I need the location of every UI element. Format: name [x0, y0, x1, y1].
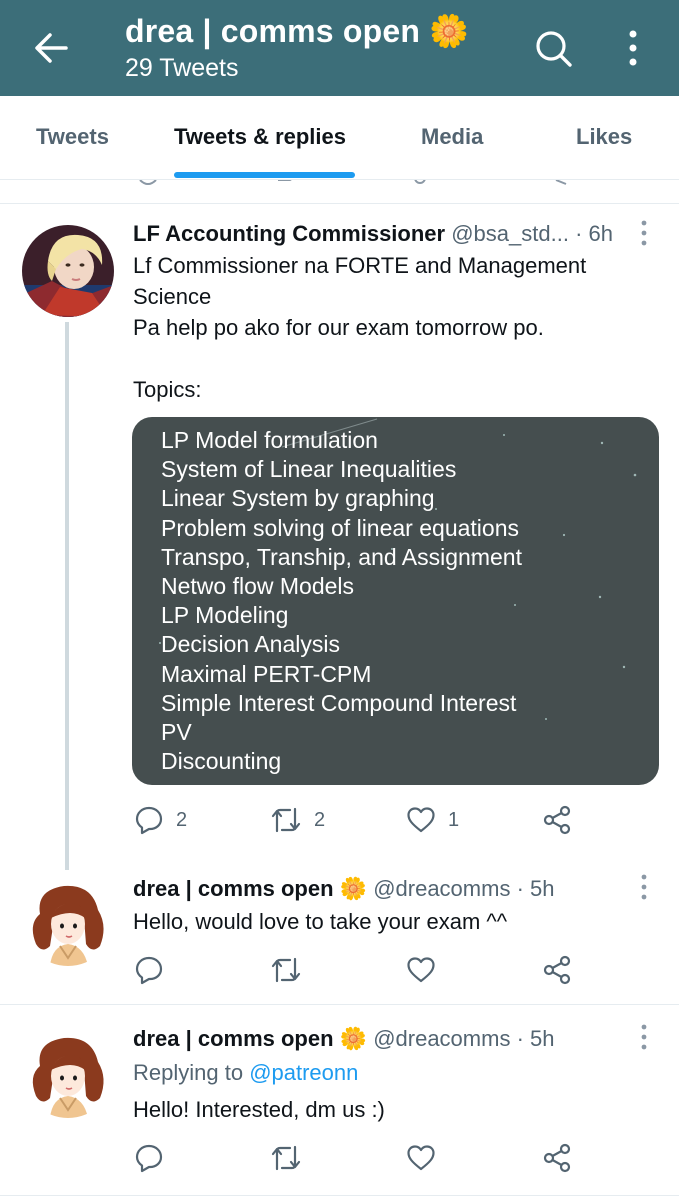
tweet-more-icon[interactable]: [640, 1024, 648, 1050]
like-button[interactable]: [406, 950, 436, 990]
like-button[interactable]: 1: [406, 800, 459, 840]
retweet-count: 2: [314, 808, 326, 831]
reply-count: 2: [176, 808, 188, 831]
divider: [0, 1195, 679, 1196]
topic-item: Netwo flow Models: [161, 573, 355, 600]
author-handle[interactable]: @dreacomms: [373, 876, 510, 901]
topic-item: Linear System by graphing: [161, 485, 435, 512]
tweet-text-line: Topics:: [133, 377, 202, 402]
tweet-actions: [0, 950, 679, 990]
topic-item: Maximal PERT-CPM: [161, 660, 372, 687]
topic-item: System of Linear Inequalities: [161, 456, 457, 483]
share-icon: [543, 955, 571, 985]
like-count: 1: [448, 808, 460, 831]
tweet-text: Lf Commissioner na FORTE and Management …: [133, 250, 586, 405]
like-button[interactable]: [406, 1138, 436, 1178]
topic-item: Discounting: [161, 748, 282, 775]
tweet-text-line: Lf Commissioner na FORTE and Management: [133, 253, 587, 278]
back-arrow-icon[interactable]: [30, 28, 70, 68]
tweet-actions: 2 2 1: [0, 800, 679, 840]
retweet-icon: [271, 957, 301, 983]
tweet-time[interactable]: · 6h: [575, 221, 613, 246]
replying-to: Replying to @patreonn: [133, 1060, 358, 1086]
tab-tweets-and-replies[interactable]: Tweets & replies: [174, 124, 346, 150]
tweet-meta: drea | comms open 🌼 @dreacomms · 5h: [133, 876, 555, 902]
divider: [0, 1004, 679, 1005]
share-button[interactable]: [542, 1138, 572, 1178]
tweet-text-line: [133, 343, 586, 374]
share-button[interactable]: [542, 950, 572, 990]
profile-name: drea | comms open 🌼: [125, 13, 470, 49]
author-name[interactable]: drea | comms open 🌼: [133, 876, 367, 901]
topic-item: PV: [161, 719, 192, 746]
previous-tweet-actions: [139, 180, 567, 185]
topic-item: Simple Interest Compound Interest: [161, 689, 517, 716]
more-vertical-icon[interactable]: [618, 28, 648, 68]
thread-line: [65, 322, 69, 870]
topic-item: LP Modeling: [161, 602, 289, 629]
retweet-icon: [271, 807, 301, 833]
tweet-count: 29 Tweets: [125, 54, 239, 82]
retweet-button[interactable]: 2: [270, 800, 325, 840]
topic-item: Transpo, Tranship, and Assignment: [161, 543, 522, 570]
replying-to-handle[interactable]: @patreonn: [249, 1060, 358, 1085]
heart-icon: [407, 957, 435, 983]
author-handle[interactable]: @dreacomms: [373, 1026, 510, 1051]
tweet-text-line: Science: [133, 284, 212, 309]
author-handle[interactable]: @bsa_std...: [451, 221, 569, 246]
tab-media[interactable]: Media: [421, 124, 483, 150]
tweet-time[interactable]: · 5h: [517, 1026, 555, 1051]
tweet-text: Hello! Interested, dm us :): [133, 1097, 385, 1122]
active-tab-indicator: [174, 172, 355, 178]
replying-to-label: Replying to: [133, 1060, 250, 1085]
reply-button[interactable]: [134, 950, 164, 990]
tweet-image-card[interactable]: LP Model formulation System of Linear In…: [132, 417, 659, 785]
tweet-time[interactable]: · 5h: [517, 876, 555, 901]
profile-tabs: Tweets Tweets & replies Media Likes: [0, 96, 679, 180]
author-name[interactable]: LF Accounting Commissioner: [133, 221, 445, 246]
tab-likes[interactable]: Likes: [576, 124, 632, 150]
avatar[interactable]: [22, 1026, 114, 1118]
reply-icon: [135, 956, 163, 985]
retweet-icon: [271, 1145, 301, 1171]
reply-button[interactable]: 2: [134, 800, 187, 840]
share-icon: [543, 805, 571, 835]
topic-item: Problem solving of linear equations: [161, 514, 519, 541]
topics-list: LP Model formulation System of Linear In…: [161, 426, 522, 776]
profile-header: drea | comms open 🌼 29 Tweets: [0, 0, 679, 96]
tweet-text-line: Pa help po ako for our exam tomorrow po.: [133, 315, 544, 340]
tweet-more-icon[interactable]: [640, 874, 648, 900]
search-icon[interactable]: [533, 28, 573, 68]
tweet-meta: LF Accounting Commissioner @bsa_std... ·…: [133, 221, 613, 247]
reply-icon: [135, 1144, 163, 1173]
tweet-more-icon[interactable]: [640, 220, 648, 246]
topic-item: Decision Analysis: [161, 631, 340, 658]
heart-icon: [407, 1145, 435, 1171]
tweet-actions: [0, 1138, 679, 1178]
heart-icon: [407, 807, 435, 833]
topic-item: LP Model formulation: [161, 427, 378, 453]
retweet-button[interactable]: [270, 950, 302, 990]
tab-tweets[interactable]: Tweets: [36, 124, 109, 150]
tweet-text: Hello, would love to take your exam ^^: [133, 909, 508, 934]
avatar[interactable]: [22, 225, 114, 317]
reply-icon: [135, 806, 163, 835]
share-icon: [543, 1143, 571, 1173]
reply-button[interactable]: [134, 1138, 164, 1178]
author-name[interactable]: drea | comms open 🌼: [133, 1026, 367, 1051]
divider: [0, 203, 679, 204]
share-button[interactable]: [542, 800, 572, 840]
tweet-meta: drea | comms open 🌼 @dreacomms · 5h: [133, 1026, 555, 1052]
retweet-button[interactable]: [270, 1138, 302, 1178]
